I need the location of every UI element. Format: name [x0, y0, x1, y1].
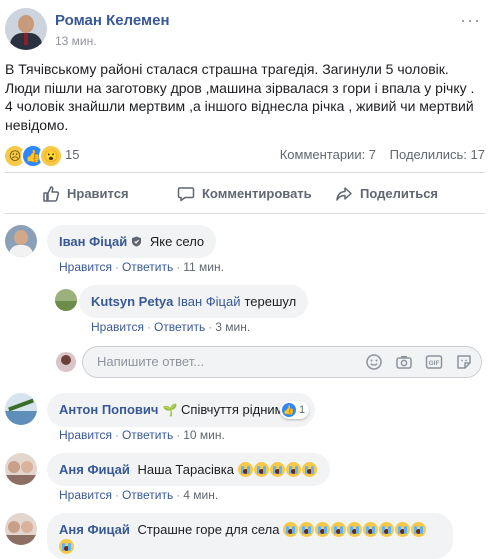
comment-meta: Нравится · Ответить · 4 мин. — [59, 488, 219, 502]
post-timestamp[interactable]: 13 мин. — [55, 34, 97, 48]
comment-meta: Нравится · Ответить · 11 мин. — [59, 260, 224, 274]
comment-text: терешул — [244, 294, 297, 309]
commenter-avatar[interactable] — [5, 225, 37, 257]
wow-reaction-icon: 😮 — [39, 144, 63, 168]
shares-count-link[interactable]: Поделились: 17 — [390, 147, 485, 162]
crying-emoji-icon — [269, 462, 285, 477]
svg-text:GIF: GIF — [429, 360, 440, 367]
crying-emoji-icon — [299, 522, 315, 537]
comment: Іван Фіцай Яке село Нравится · Ответить · 11… — [5, 225, 485, 275]
comment-icon — [177, 187, 195, 202]
reactions-summary[interactable]: ☹ 👍 😮 15 Комментарии: 7 Поделились: 17 — [3, 144, 487, 168]
post-text: В Тячівському районі сталася страшна тра… — [5, 61, 475, 133]
reply-input-box[interactable]: GIF — [82, 346, 482, 378]
plant-badge-icon: 🌱 — [162, 403, 178, 417]
comment-text: Яке село — [149, 234, 205, 249]
crying-emoji-row — [237, 462, 318, 477]
shield-badge-icon — [132, 236, 142, 247]
current-user-avatar — [56, 352, 76, 372]
comment-mention[interactable]: Іван Фіцай — [177, 294, 240, 309]
post-header: Роман Келемен 13 мин. ··· — [5, 8, 485, 54]
crying-emoji-icon — [395, 522, 411, 537]
comment: Аня Фицай Страшне горе для села — [5, 513, 485, 559]
like-button[interactable]: Нравится — [42, 174, 129, 214]
comment-reaction-badge[interactable]: 👍 1 — [280, 401, 310, 419]
author-avatar[interactable] — [5, 8, 47, 50]
comment-time[interactable]: 4 мин. — [183, 488, 218, 502]
divider — [5, 213, 485, 214]
commenter-avatar[interactable] — [55, 289, 77, 311]
comment-bubble: Kutsyn Petya Іван Фіцай терешул — [79, 285, 309, 318]
comment-text: Наша Тарасівка — [137, 462, 234, 477]
thumbs-up-icon — [43, 186, 60, 202]
comment-author[interactable]: Іван Фіцай — [59, 234, 127, 249]
commenter-avatar[interactable] — [5, 453, 37, 485]
comment-like-link[interactable]: Нравится — [59, 488, 112, 502]
share-button[interactable]: Поделиться — [335, 174, 438, 214]
comment: Аня Фицай Наша Тарасівка Нравится · Ответи… — [5, 453, 485, 503]
reaction-count[interactable]: 15 — [65, 147, 79, 162]
comment-time[interactable]: 11 мин. — [183, 260, 224, 274]
comment-bubble: Аня Фицай Наша Тарасівка — [47, 453, 330, 486]
crying-emoji-icon — [315, 522, 331, 537]
post-options-icon[interactable]: ··· — [460, 10, 481, 31]
comment-meta: Нравится · Ответить · 10 мин. — [59, 428, 225, 442]
comment-like-count: 1 — [299, 404, 306, 416]
crying-emoji-icon — [347, 522, 363, 537]
comment-bubble: Аня Фицай Страшне горе для села — [47, 513, 453, 559]
comment-reply-link[interactable]: Ответить — [122, 260, 173, 274]
reply-comment: Kutsyn Petya Іван Фіцай терешул Нравится · О… — [55, 285, 485, 335]
crying-emoji-icon — [331, 522, 347, 537]
camera-icon[interactable] — [395, 353, 413, 371]
comment-author[interactable]: Аня Фицай — [59, 462, 130, 477]
comment-like-link[interactable]: Нравится — [59, 428, 112, 442]
crying-emoji-icon — [237, 462, 253, 477]
gif-icon[interactable]: GIF — [425, 353, 443, 371]
post-action-bar: Нравится Комментировать Поделиться — [5, 174, 485, 214]
comment-reply-link[interactable]: Ответить — [122, 428, 173, 442]
emoji-picker-icon[interactable] — [365, 353, 383, 371]
post-author-name[interactable]: Роман Келемен — [55, 12, 170, 29]
crying-emoji-icon — [301, 462, 317, 477]
reply-input[interactable] — [95, 353, 349, 370]
crying-emoji-icon — [59, 539, 74, 554]
comment-text: Страшне горе для села — [137, 522, 280, 537]
crying-emoji-icon — [253, 462, 269, 477]
commenter-avatar[interactable] — [5, 513, 37, 545]
comment-meta: Нравится · Ответить · 3 мин. — [91, 320, 251, 334]
comment-time[interactable]: 10 мин. — [183, 428, 225, 442]
comment-button[interactable]: Комментировать — [177, 174, 312, 214]
comment-reply-link[interactable]: Ответить — [122, 488, 173, 502]
comment: Антон Попович 🌱 Співчуття рідним. 👍 1 Нра… — [5, 393, 485, 443]
comment-bubble: Антон Попович 🌱 Співчуття рідним. — [47, 393, 316, 427]
share-arrow-icon — [336, 187, 352, 201]
divider — [5, 172, 485, 173]
comment-time[interactable]: 3 мин. — [215, 320, 250, 334]
comment-author[interactable]: Kutsyn Petya — [91, 294, 173, 309]
crying-emoji-icon — [285, 462, 301, 477]
comment-like-link[interactable]: Нравится — [59, 260, 112, 274]
commenter-avatar[interactable] — [5, 393, 37, 425]
comment-author[interactable]: Антон Попович — [59, 402, 158, 417]
crying-emoji-icon — [411, 522, 427, 537]
share-button-label: Поделиться — [360, 186, 439, 201]
like-button-label: Нравится — [67, 186, 129, 201]
comment-author[interactable]: Аня Фицай — [59, 522, 130, 537]
comment-text: Співчуття рідним. — [181, 402, 288, 417]
comment-like-link[interactable]: Нравится — [91, 320, 144, 334]
crying-emoji-icon — [379, 522, 395, 537]
comment-reply-link[interactable]: Ответить — [154, 320, 205, 334]
sticker-icon[interactable] — [455, 353, 473, 371]
comment-bubble: Іван Фіцай Яке село — [47, 225, 217, 258]
crying-emoji-icon — [283, 522, 299, 537]
crying-emoji-icon — [363, 522, 379, 537]
comments-count-link[interactable]: Комментарии: 7 — [280, 147, 376, 162]
like-reaction-icon: 👍 — [282, 403, 296, 417]
comment-button-label: Комментировать — [202, 186, 312, 201]
